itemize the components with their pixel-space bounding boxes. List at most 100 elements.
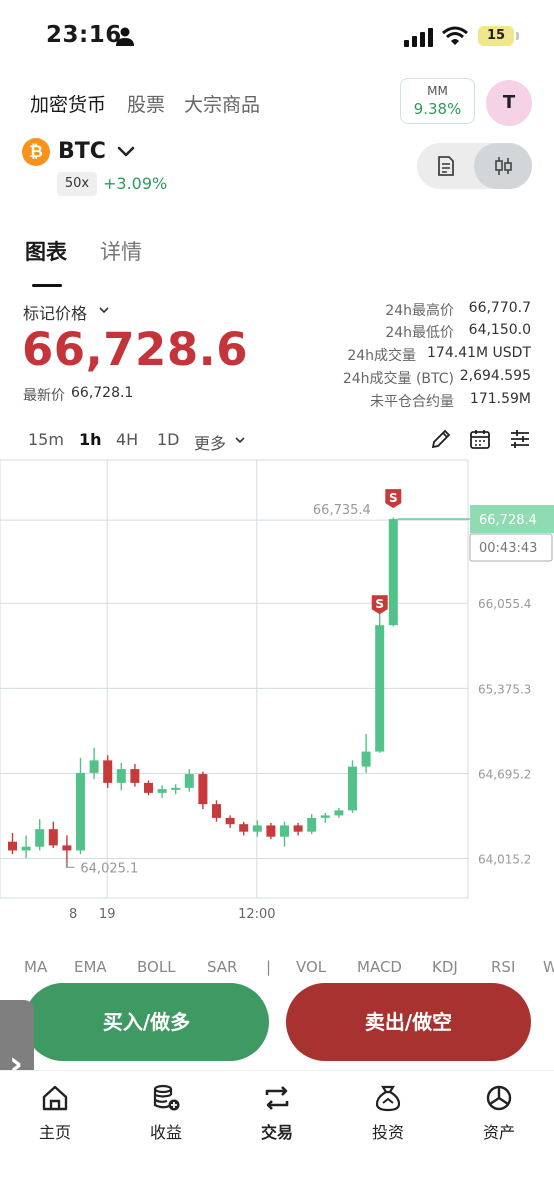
coins-plus-icon: [153, 1084, 180, 1111]
x-tick-label: 19: [99, 907, 116, 922]
y-tick-label: 64,695.2: [478, 767, 531, 781]
interval-15m[interactable]: 15m: [28, 430, 64, 449]
candle-body: [280, 825, 289, 837]
candlestick-chart[interactable]: 66,055.4 65,375.3 64,695.2 64,015.2 8 19 12:00…: [0, 458, 554, 938]
mark-price-label[interactable]: 标记价格: [23, 300, 87, 324]
candle-body: [388, 519, 398, 626]
candle-body: [89, 760, 99, 773]
indicator-macd[interactable]: MACD: [357, 958, 402, 976]
nav-label: 主页: [38, 1123, 71, 1142]
calendar-icon[interactable]: [469, 428, 491, 450]
candle-body: [116, 769, 126, 783]
interval-4h[interactable]: 4H: [116, 430, 138, 449]
candle-body: [320, 815, 330, 818]
nav-trade[interactable]: 交易: [237, 1083, 317, 1143]
stat-value: 66,770.7: [468, 300, 531, 316]
last-price-label: 最新价: [23, 388, 65, 404]
indicator-ma[interactable]: MA: [24, 958, 47, 976]
chart-view-button[interactable]: [474, 143, 532, 189]
candle-body: [348, 766, 357, 811]
indicator-rsi[interactable]: RSI: [491, 958, 515, 976]
tab-details[interactable]: 详情: [100, 236, 142, 266]
x-tick-label: 12:00: [238, 907, 275, 922]
bottom-nav: 主页 收益 交易 投资 资产: [0, 1070, 554, 1199]
candle-body: [144, 782, 153, 793]
candle-body: [21, 846, 31, 851]
nav-label: 收益: [149, 1123, 182, 1142]
candle-body: [8, 841, 17, 851]
pie-chart-icon: [486, 1085, 512, 1111]
draw-icon[interactable]: [430, 428, 452, 450]
candle-body: [103, 760, 113, 783]
y-tick-label: 66,055.4: [478, 597, 531, 611]
candle-body: [35, 829, 45, 847]
indicator-separator: |: [266, 958, 272, 976]
candle-body: [293, 825, 303, 832]
moneybag-icon: [375, 1085, 401, 1112]
indicator-vol[interactable]: VOL: [296, 958, 326, 976]
interval-more[interactable]: 更多: [194, 430, 226, 454]
change-percent: +3.09%: [103, 174, 168, 193]
stat-value: 174.41M USDT: [427, 345, 531, 361]
interval-1h[interactable]: 1h: [79, 430, 102, 449]
candle-body: [361, 751, 371, 767]
home-icon: [42, 1085, 68, 1111]
interval-1d[interactable]: 1D: [157, 430, 180, 449]
tab-crypto[interactable]: 加密货币: [30, 90, 106, 117]
nav-assets[interactable]: 资产: [459, 1083, 539, 1143]
candle-body: [212, 804, 221, 818]
indicator-kdj[interactable]: KDJ: [432, 958, 458, 976]
chevron-down-icon[interactable]: [116, 142, 136, 162]
low-price-label: 64,025.1: [80, 861, 138, 876]
sell-short-button[interactable]: 卖出/做空: [286, 983, 531, 1061]
indicator-w[interactable]: W: [543, 958, 554, 976]
candle-body: [266, 825, 276, 837]
orderbook-view-button[interactable]: [417, 143, 474, 189]
symbol-name[interactable]: BTC: [58, 139, 106, 164]
candle-body: [130, 769, 140, 783]
chevron-down-icon[interactable]: [234, 434, 246, 446]
candle-body: [239, 824, 249, 832]
nav-home[interactable]: 主页: [15, 1083, 95, 1143]
candle-body: [225, 817, 235, 825]
candle-body: [198, 774, 208, 805]
view-toggle[interactable]: [417, 143, 532, 189]
y-tick-label: 65,375.3: [478, 682, 531, 696]
wifi-icon: [442, 26, 468, 45]
sell-marker-label: S: [375, 597, 384, 611]
avatar[interactable]: T: [486, 80, 532, 126]
document-icon: [438, 156, 454, 176]
buy-long-button[interactable]: 买入/做多: [24, 983, 269, 1061]
swap-icon: [265, 1086, 289, 1110]
margin-ratio-box[interactable]: MM 9.38%: [400, 78, 475, 124]
settings-sliders-icon[interactable]: [509, 428, 531, 450]
tab-chart[interactable]: 图表: [25, 236, 67, 266]
chevron-down-icon[interactable]: [98, 304, 110, 316]
candle-body: [252, 825, 262, 832]
tab-stocks[interactable]: 股票: [127, 90, 165, 117]
stat-value: 171.59M: [469, 391, 531, 407]
indicator-boll[interactable]: BOLL: [137, 958, 176, 976]
tab-commodities[interactable]: 大宗商品: [184, 90, 260, 117]
signal-icon: [404, 28, 433, 47]
stat-label: 24h成交量: [347, 348, 416, 364]
candle-body: [157, 789, 167, 793]
stat-label: 24h最高价: [385, 303, 454, 319]
candle-body: [171, 787, 181, 790]
nav-earn[interactable]: 收益: [126, 1083, 206, 1143]
battery-indicator: 15: [478, 26, 519, 46]
nav-label: 交易: [260, 1123, 293, 1142]
indicator-ema[interactable]: EMA: [74, 958, 107, 976]
leverage-badge[interactable]: 50x: [57, 172, 97, 196]
candlestick-icon: [495, 157, 512, 175]
candle-body: [334, 810, 344, 816]
candle-body: [375, 625, 385, 752]
stat-label: 24h最低价: [385, 325, 454, 341]
candle-body: [184, 774, 194, 788]
indicator-sar[interactable]: SAR: [207, 958, 237, 976]
high-price-label: 66,735.4: [313, 503, 371, 518]
countdown-label: 00:43:43: [479, 541, 537, 556]
stat-label: 未平仓合约量: [370, 394, 454, 410]
nav-label: 资产: [482, 1123, 515, 1142]
nav-invest[interactable]: 投资: [348, 1083, 428, 1143]
